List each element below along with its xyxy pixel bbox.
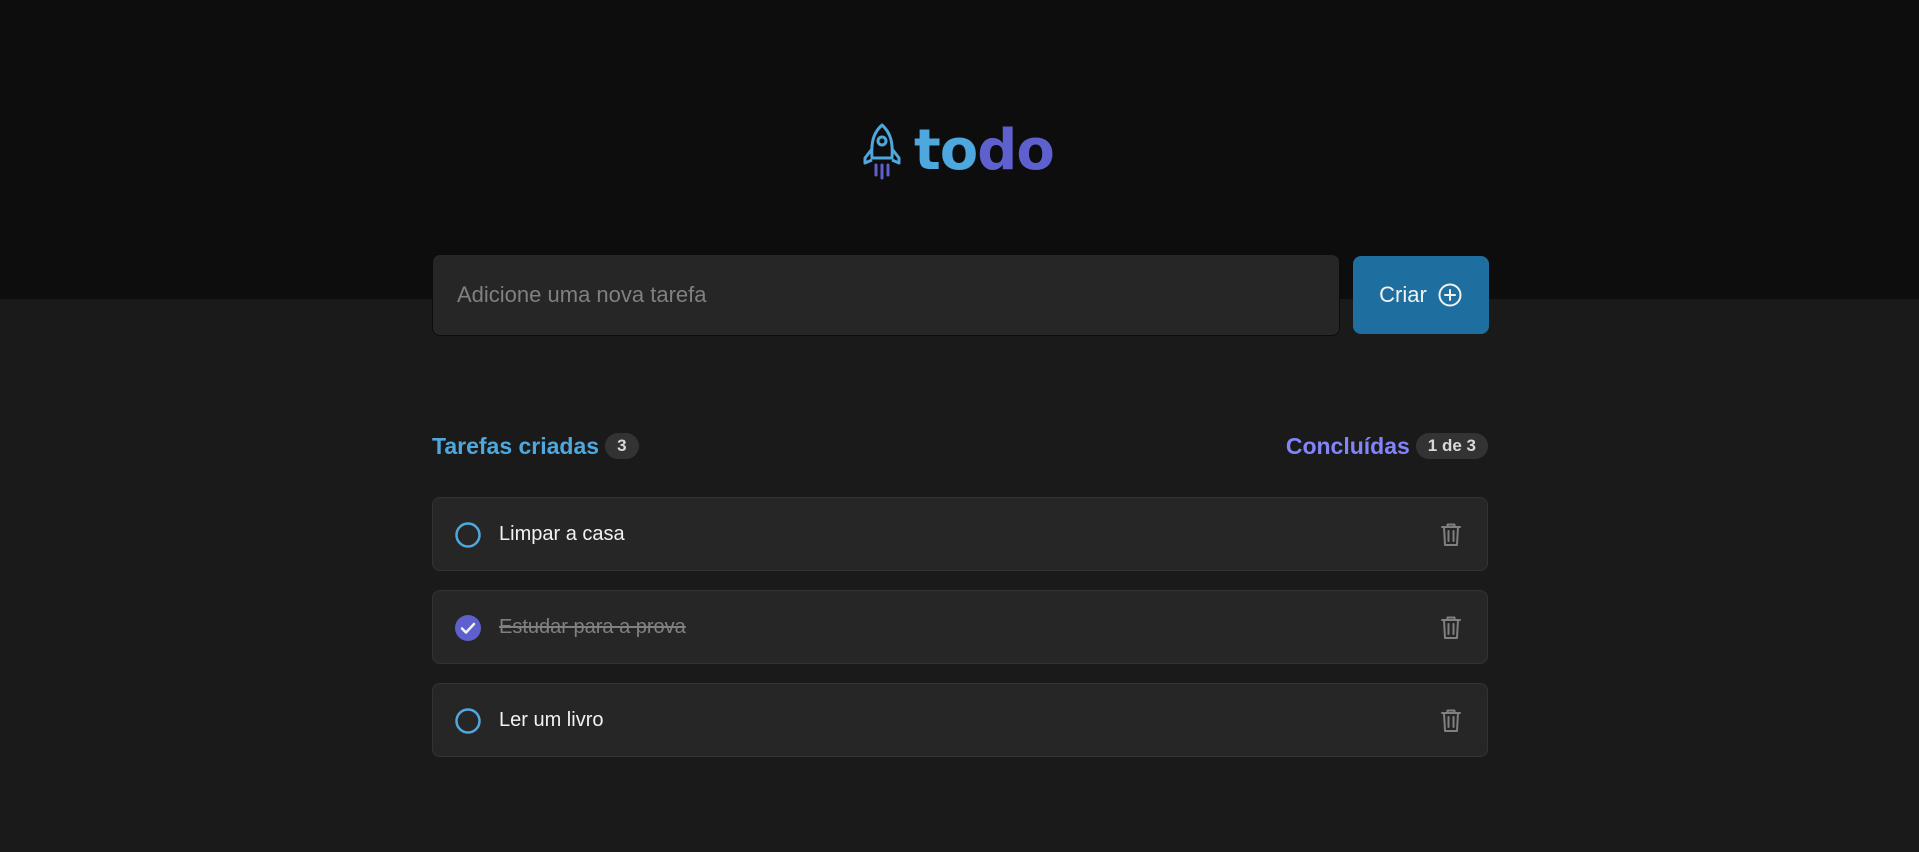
done-summary: Concluídas 1 de 3 xyxy=(1286,428,1488,464)
trash-icon[interactable] xyxy=(1437,706,1465,734)
app-title-part1: to xyxy=(914,118,978,183)
new-task-input[interactable] xyxy=(432,254,1340,336)
task-summary: Tarefas criadas 3 Concluídas 1 de 3 xyxy=(432,428,1488,464)
task-item: Ler um livro xyxy=(432,683,1488,757)
create-button[interactable]: Criar xyxy=(1353,256,1489,334)
task-text: Limpar a casa xyxy=(499,523,625,545)
task-text: Estudar para a prova xyxy=(499,616,686,638)
unchecked-circle-icon[interactable] xyxy=(454,521,482,549)
task-item: Estudar para a prova xyxy=(432,590,1488,664)
plus-circle-icon xyxy=(1438,283,1462,307)
created-count-badge: 3 xyxy=(605,433,639,459)
logo: todo xyxy=(862,118,1055,184)
created-summary: Tarefas criadas 3 xyxy=(432,428,639,464)
rocket-icon xyxy=(863,123,901,180)
app-title-part2: do xyxy=(977,118,1055,183)
create-button-label: Criar xyxy=(1379,282,1427,307)
task-item: Limpar a casa xyxy=(432,497,1488,571)
trash-icon[interactable] xyxy=(1437,613,1465,641)
trash-icon[interactable] xyxy=(1437,520,1465,548)
checked-circle-icon[interactable] xyxy=(454,614,482,642)
app-title: todo xyxy=(914,123,1055,179)
created-label: Tarefas criadas xyxy=(432,432,600,459)
done-label: Concluídas xyxy=(1285,432,1410,459)
task-text: Ler um livro xyxy=(499,709,604,731)
done-count-badge: 1 de 3 xyxy=(1415,433,1488,459)
unchecked-circle-icon[interactable] xyxy=(454,707,482,735)
add-task-form: Criar xyxy=(432,254,1489,336)
